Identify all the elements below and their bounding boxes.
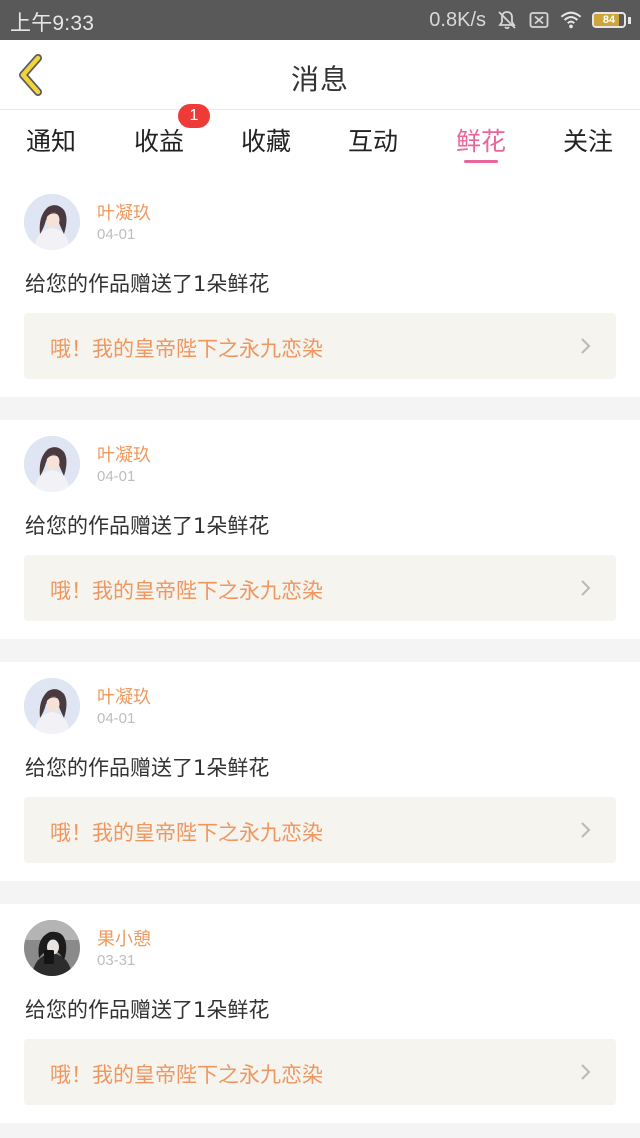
work-title: 哦！我的皇帝陛下之永九恋染 bbox=[50, 579, 323, 603]
message-card: 叶凝玖 04-01 给您的作品赠送了1朵鲜花 哦！我的皇帝陛下之永九恋染 bbox=[0, 420, 640, 639]
work-title: 哦！我的皇帝陛下之永九恋染 bbox=[50, 337, 323, 361]
message-card: 叶凝玖 04-01 给您的作品赠送了1朵鲜花 哦！我的皇帝陛下之永九恋染 bbox=[0, 178, 640, 397]
message-text: 给您的作品赠送了1朵鲜花 bbox=[25, 998, 270, 1022]
user-name[interactable]: 叶凝玖 bbox=[97, 441, 151, 467]
chevron-right-icon bbox=[581, 580, 591, 596]
network-speed: 0.8K/s bbox=[429, 8, 486, 31]
message-date: 04-01 bbox=[97, 710, 136, 727]
battery-level: 84 bbox=[602, 14, 616, 26]
work-title: 哦！我的皇帝陛下之永九恋染 bbox=[50, 1063, 323, 1087]
avatar[interactable] bbox=[24, 678, 80, 734]
tab-label: 互动 bbox=[347, 127, 398, 156]
unread-badge: 1 bbox=[178, 104, 210, 128]
user-name[interactable]: 果小憩 bbox=[97, 925, 151, 951]
tab-follows[interactable]: 关注 bbox=[538, 110, 638, 178]
message-date: 03-31 bbox=[97, 952, 136, 969]
tab-earnings[interactable]: 收益 1 bbox=[109, 104, 210, 178]
header: 消息 bbox=[0, 40, 640, 110]
work-link[interactable]: 哦！我的皇帝陛下之永九恋染 bbox=[24, 797, 616, 863]
message-text: 给您的作品赠送了1朵鲜花 bbox=[25, 272, 270, 296]
message-date: 04-01 bbox=[97, 226, 136, 243]
battery-tip bbox=[628, 16, 631, 24]
status-bar: 上午9:33 0.8K/s 84 bbox=[0, 0, 640, 40]
wifi-icon bbox=[560, 9, 582, 31]
tab-flowers[interactable]: 鲜花 bbox=[431, 110, 531, 178]
work-link[interactable]: 哦！我的皇帝陛下之永九恋染 bbox=[24, 1039, 616, 1105]
active-tab-indicator bbox=[464, 160, 498, 163]
tab-favorites[interactable]: 收藏 bbox=[216, 110, 316, 178]
tab-notifications[interactable]: 通知 bbox=[1, 110, 101, 178]
avatar[interactable] bbox=[24, 920, 80, 976]
tab-label: 通知 bbox=[25, 127, 76, 156]
tab-label: 关注 bbox=[562, 127, 613, 156]
work-link[interactable]: 哦！我的皇帝陛下之永九恋染 bbox=[24, 313, 616, 379]
user-name[interactable]: 叶凝玖 bbox=[97, 683, 151, 709]
message-text: 给您的作品赠送了1朵鲜花 bbox=[25, 514, 270, 538]
work-link[interactable]: 哦！我的皇帝陛下之永九恋染 bbox=[24, 555, 616, 621]
message-date: 04-01 bbox=[97, 468, 136, 485]
bell-off-icon bbox=[496, 9, 518, 31]
tab-label: 收藏 bbox=[240, 127, 291, 156]
chevron-right-icon bbox=[581, 1064, 591, 1080]
message-text: 给您的作品赠送了1朵鲜花 bbox=[25, 756, 270, 780]
message-card: 叶凝玖 04-01 给您的作品赠送了1朵鲜花 哦！我的皇帝陛下之永九恋染 bbox=[0, 662, 640, 881]
work-title: 哦！我的皇帝陛下之永九恋染 bbox=[50, 821, 323, 845]
tab-interactions[interactable]: 互动 bbox=[323, 110, 423, 178]
avatar[interactable] bbox=[24, 194, 80, 250]
user-name[interactable]: 叶凝玖 bbox=[97, 199, 151, 225]
status-time: 上午9:33 bbox=[10, 12, 95, 35]
avatar[interactable] bbox=[24, 436, 80, 492]
tab-label: 鲜花 bbox=[455, 127, 506, 156]
message-card: 果小憩 03-31 给您的作品赠送了1朵鲜花 哦！我的皇帝陛下之永九恋染 bbox=[0, 904, 640, 1123]
tab-bar: 通知 收益 1 收藏 互动 鲜花 关注 bbox=[0, 104, 640, 178]
sim-off-icon bbox=[528, 9, 550, 31]
status-indicators: 0.8K/s 84 bbox=[429, 8, 631, 32]
chevron-right-icon bbox=[581, 822, 591, 838]
chevron-right-icon bbox=[581, 338, 591, 354]
page-title: 消息 bbox=[290, 63, 349, 96]
battery-icon: 84 bbox=[592, 12, 626, 28]
